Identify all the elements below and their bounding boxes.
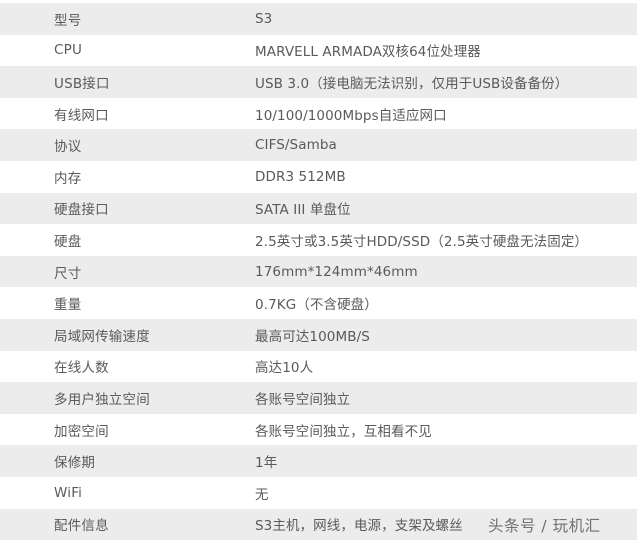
spec-label: 有线网口 (54, 107, 109, 124)
spec-value: CIFS/Samba (255, 137, 337, 154)
spec-row-warranty: 保修期 1年 (0, 445, 637, 477)
spec-label: 硬盘 (54, 233, 82, 250)
spec-value: 无 (255, 486, 269, 503)
spec-row-lan-speed: 局域网传输速度 最高可达100MB/S (0, 318, 637, 351)
spec-row-weight: 重量 0.7KG（不含硬盘） (0, 287, 637, 319)
spec-row-model: 型号 S3 (0, 3, 637, 35)
spec-label: 硬盘接口 (54, 202, 109, 219)
spec-value: 1年 (255, 455, 278, 472)
watermark: 头条号 / 玩机汇 (484, 514, 605, 536)
spec-row-protocol: 协议 CIFS/Samba (0, 129, 637, 161)
spec-value: 2.5英寸或3.5英寸HDD/SSD（2.5英寸硬盘无法固定） (255, 233, 589, 250)
spec-table: 型号 S3 CPU MARVELL ARMADA双核64位处理器 USB接口 U… (0, 3, 637, 541)
spec-value: SATA III 单盘位 (255, 202, 351, 219)
spec-row-disk: 硬盘 2.5英寸或3.5英寸HDD/SSD（2.5英寸硬盘无法固定） (0, 224, 637, 256)
spec-value: 各账号空间独立 (255, 391, 351, 408)
spec-label: 多用户独立空间 (54, 391, 150, 408)
spec-value: S3 (255, 10, 273, 27)
spec-label: 型号 (54, 12, 82, 29)
spec-row-usb: USB接口 USB 3.0（接电脑无法识别，仅用于USB设备备份） (0, 66, 637, 98)
spec-value: MARVELL ARMADA双核64位处理器 (255, 44, 481, 61)
spec-label: 局域网传输速度 (54, 328, 150, 345)
spec-label: 协议 (54, 139, 82, 156)
spec-label: 加密空间 (54, 423, 109, 440)
spec-label: USB接口 (54, 75, 110, 92)
spec-value: USB 3.0（接电脑无法识别，仅用于USB设备备份） (255, 75, 569, 92)
spec-label: 内存 (54, 170, 82, 187)
spec-value: 高达10人 (255, 360, 314, 377)
spec-row-ethernet: 有线网口 10/100/1000Mbps自适应网口 (0, 98, 637, 130)
spec-value: 各账号空间独立，互相看不见 (255, 423, 432, 440)
spec-row-cpu: CPU MARVELL ARMADA双核64位处理器 (0, 35, 637, 67)
spec-row-online-users: 在线人数 高达10人 (0, 351, 637, 383)
spec-row-encrypted-space: 加密空间 各账号空间独立，互相看不见 (0, 414, 637, 446)
spec-label: 保修期 (54, 455, 96, 472)
spec-label: 配件信息 (54, 518, 109, 535)
spec-row-size: 尺寸 176mm*124mm*46mm (0, 255, 637, 288)
spec-label: WiFi (54, 484, 83, 501)
spec-label: CPU (54, 42, 83, 59)
spec-row-multi-user-space: 多用户独立空间 各账号空间独立 (0, 382, 637, 414)
spec-value: 176mm*124mm*46mm (255, 263, 418, 280)
spec-label: 在线人数 (54, 360, 109, 377)
spec-row-memory: 内存 DDR3 512MB (0, 161, 637, 193)
spec-value: 10/100/1000Mbps自适应网口 (255, 107, 447, 124)
spec-row-wifi: WiFi 无 (0, 477, 637, 509)
spec-row-disk-interface: 硬盘接口 SATA III 单盘位 (0, 192, 637, 225)
spec-label: 尺寸 (54, 265, 82, 282)
spec-value: 0.7KG（不含硬盘） (255, 297, 378, 314)
spec-label: 重量 (54, 297, 82, 314)
spec-value: DDR3 512MB (255, 168, 346, 185)
spec-value: 最高可达100MB/S (255, 328, 370, 345)
spec-value: S3主机，网线，电源，支架及螺丝 (255, 518, 463, 535)
